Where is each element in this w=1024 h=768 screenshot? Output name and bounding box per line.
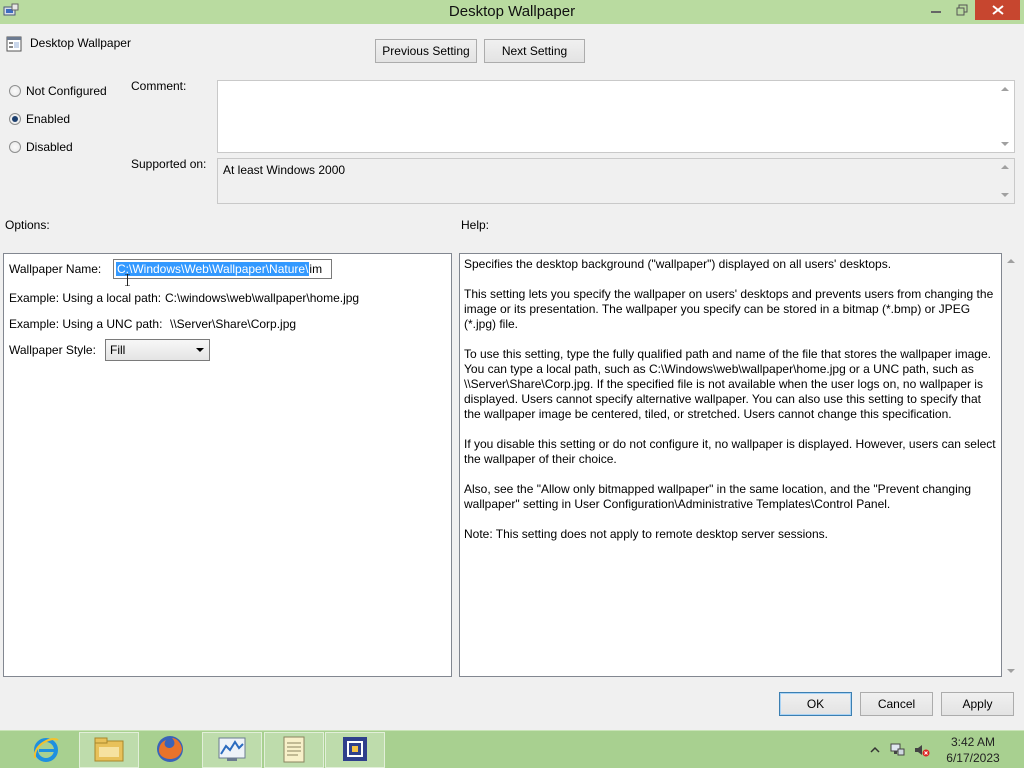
example-unc-value: \\Server\Share\Corp.jpg [170,317,297,331]
performance-monitor-icon [217,736,247,765]
taskbar-notepad[interactable] [264,732,324,768]
supported-on-value: At least Windows 2000 [223,163,346,177]
taskbar: 3:42 AM 6/17/2023 [0,730,1024,768]
example-unc-label: Example: Using a UNC path: [9,317,163,331]
radio-not-configured[interactable]: Not Configured [9,84,107,98]
comment-label: Comment: [131,79,187,93]
help-paragraph: If you disable this setting or do not co… [464,437,996,466]
help-paragraph: This setting lets you specify the wallpa… [464,287,994,331]
supported-scrollbar[interactable] [997,159,1014,203]
apply-button[interactable]: Apply [941,692,1014,716]
text-cursor-icon [124,273,131,287]
wallpaper-name-label: Wallpaper Name: [9,262,102,276]
help-paragraph: Specifies the desktop background ("wallp… [464,257,892,271]
example-local-label: Example: Using a local path: [9,291,162,305]
network-icon[interactable] [890,743,905,757]
cancel-button[interactable]: Cancel [860,692,933,716]
taskbar-internet-explorer[interactable] [16,732,76,768]
minimize-icon [930,5,942,15]
help-paragraph: To use this setting, type the fully qual… [464,347,991,421]
taskbar-file-explorer[interactable] [79,732,139,768]
policy-dialog: Desktop Wallpaper Previous Setting Next … [0,24,1024,730]
clock-time: 3:42 AM [950,735,996,749]
policy-name: Desktop Wallpaper [30,36,131,50]
supported-on-field: At least Windows 2000 [217,158,1015,204]
previous-setting-button[interactable]: Previous Setting [375,39,477,63]
wallpaper-style-value: Fill [110,343,126,357]
help-scrollbar[interactable] [1003,253,1020,677]
radio-label: Disabled [26,140,73,154]
close-icon [991,5,1004,15]
comment-scrollbar[interactable] [997,81,1014,152]
selected-text: C:\Windows\Web\Wallpaper\Nature\ [116,262,310,276]
unselected-text: im [309,262,323,276]
taskbar-firefox[interactable] [140,732,200,768]
example-local-value: C:\windows\web\wallpaper\home.jpg [165,291,360,305]
taskbar-virtualbox[interactable] [325,732,385,768]
wallpaper-style-select[interactable]: Fill [105,339,210,361]
radio-label: Not Configured [26,84,107,98]
scroll-down-icon[interactable] [1001,193,1009,197]
policy-setting-icon [6,36,22,52]
virtualbox-icon [340,734,370,767]
supported-on-label: Supported on: [131,157,207,171]
restore-icon [956,4,968,16]
scroll-up-icon[interactable] [1001,87,1009,91]
options-panel: Wallpaper Name: C:\Windows\Web\Wallpaper… [3,253,452,677]
clock-date: 6/17/2023 [946,751,1000,765]
radio-label: Enabled [26,112,71,126]
help-paragraph: Note: This setting does not apply to rem… [464,527,828,541]
restore-button[interactable] [949,0,975,20]
radio-button[interactable] [9,141,21,153]
options-label: Options: [5,218,50,232]
close-button[interactable] [975,0,1020,20]
window-title: Desktop Wallpaper [448,3,576,20]
help-label: Help: [461,218,490,232]
taskbar-performance-monitor[interactable] [202,732,262,768]
firefox-icon [154,733,186,768]
wallpaper-name-input[interactable]: C:\Windows\Web\Wallpaper\Nature\im [113,259,332,279]
help-text: Specifies the desktop background ("wallp… [464,257,997,557]
title-bar[interactable]: Desktop Wallpaper [0,0,1024,24]
radio-disabled[interactable]: Disabled [9,140,73,154]
radio-button[interactable] [9,113,21,125]
scroll-down-icon[interactable] [1007,669,1015,673]
show-hidden-icons-icon[interactable] [868,743,882,757]
chevron-down-icon [196,348,204,352]
file-explorer-icon [93,735,125,766]
wallpaper-style-label: Wallpaper Style: [9,343,96,357]
scroll-down-icon[interactable] [1001,142,1009,146]
radio-enabled[interactable]: Enabled [9,112,70,126]
help-paragraph: Also, see the "Allow only bitmapped wall… [464,482,972,511]
help-panel: Specifies the desktop background ("wallp… [459,253,1002,677]
notepad-icon [281,734,307,767]
ok-button[interactable]: OK [779,692,852,716]
internet-explorer-icon [31,734,61,767]
comment-field[interactable] [217,80,1015,153]
scroll-up-icon[interactable] [1007,259,1015,263]
system-clock[interactable]: 3:42 AM 6/17/2023 [942,734,1004,766]
next-setting-button[interactable]: Next Setting [484,39,585,63]
scroll-up-icon[interactable] [1001,165,1009,169]
radio-button[interactable] [9,85,21,97]
volume-muted-icon[interactable] [914,743,930,757]
minimize-button[interactable] [922,0,949,20]
